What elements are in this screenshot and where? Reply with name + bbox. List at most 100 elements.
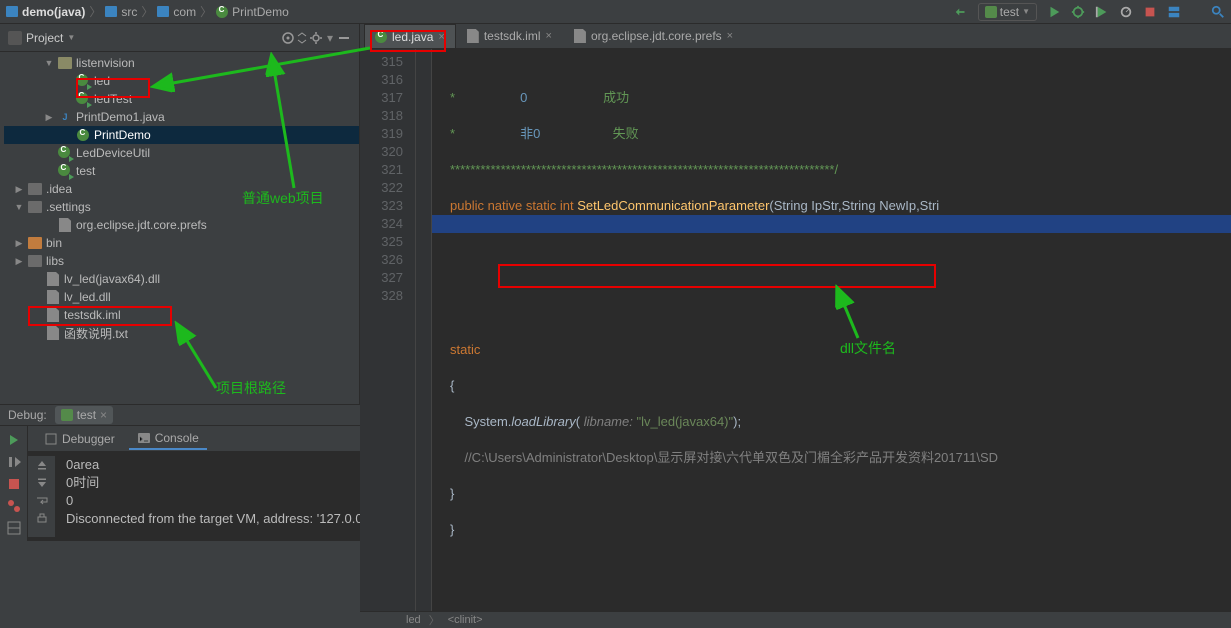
chevron-down-icon[interactable]: ▾ bbox=[323, 31, 337, 45]
gutter: 3153163173183193203213223233243253263273… bbox=[360, 49, 416, 611]
tree-item[interactable]: lv_led.dll bbox=[4, 288, 359, 306]
editor-area: led.java×testsdk.iml×org.eclipse.jdt.cor… bbox=[360, 24, 1231, 404]
breadcrumb-root[interactable]: demo(java) bbox=[22, 5, 85, 19]
crumb-method[interactable]: <clinit> bbox=[448, 614, 483, 626]
gear-icon[interactable] bbox=[309, 31, 323, 45]
tab-console[interactable]: Console bbox=[129, 428, 207, 450]
debug-config-tab[interactable]: test × bbox=[55, 406, 113, 424]
tree-item[interactable]: test bbox=[4, 162, 359, 180]
folder-dk-icon bbox=[28, 200, 42, 214]
crumb-class[interactable]: led bbox=[406, 614, 421, 626]
vcs-icon[interactable] bbox=[1167, 5, 1181, 19]
code-content[interactable]: * 0 成功 * 非0 失败 *************************… bbox=[432, 49, 1231, 611]
locate-icon[interactable] bbox=[281, 31, 295, 45]
tree-twisty[interactable]: ▶ bbox=[14, 184, 24, 195]
tree-item[interactable]: PrintDemo bbox=[4, 126, 359, 144]
editor-breadcrumb[interactable]: led 〉 <clinit> bbox=[360, 611, 1231, 628]
editor-tab[interactable]: testsdk.iml × bbox=[456, 24, 563, 48]
close-icon[interactable]: × bbox=[727, 30, 733, 42]
tree-twisty[interactable]: ▶ bbox=[44, 112, 54, 123]
build-icon[interactable] bbox=[954, 5, 968, 19]
tree-twisty[interactable]: ▶ bbox=[14, 238, 24, 249]
rerun-icon[interactable] bbox=[6, 432, 22, 448]
tree-item[interactable]: lv_led(javax64).dll bbox=[4, 270, 359, 288]
chevron-down-icon: ▼ bbox=[1022, 7, 1030, 16]
soft-wrap-icon[interactable] bbox=[35, 494, 49, 508]
editor-tab-strip: led.java×testsdk.iml×org.eclipse.jdt.cor… bbox=[360, 24, 1231, 49]
folder-or-icon bbox=[28, 236, 42, 250]
class-run-icon bbox=[58, 164, 72, 178]
tree-item[interactable]: testsdk.iml bbox=[4, 306, 359, 324]
class-run-icon bbox=[58, 146, 72, 160]
class-icon bbox=[76, 128, 90, 142]
tree-twisty[interactable]: ▶ bbox=[14, 256, 24, 267]
stop-debug-icon[interactable] bbox=[6, 476, 22, 492]
tree-item-label: lv_led(javax64).dll bbox=[64, 272, 160, 286]
folder-icon bbox=[58, 56, 72, 70]
run-config-label: test bbox=[1000, 5, 1019, 19]
line-number: 323 bbox=[360, 197, 403, 215]
project-panel-header[interactable]: Project ▼ ▾ bbox=[0, 24, 359, 52]
tree-item[interactable]: 函数说明.txt bbox=[4, 324, 359, 342]
app-icon bbox=[985, 6, 997, 18]
close-icon[interactable]: × bbox=[100, 408, 107, 422]
tree-item[interactable]: ▶.idea bbox=[4, 180, 359, 198]
tree-item[interactable]: ▶libs bbox=[4, 252, 359, 270]
debug-icon[interactable] bbox=[1071, 5, 1085, 19]
editor-tab[interactable]: led.java× bbox=[364, 24, 456, 48]
tab-label: testsdk.iml bbox=[484, 29, 541, 43]
tree-item[interactable]: ▼.settings bbox=[4, 198, 359, 216]
class-run-icon bbox=[76, 92, 90, 106]
code-editor[interactable]: 3153163173183193203213223233243253263273… bbox=[360, 49, 1231, 611]
tree-item[interactable]: ▼listenvision bbox=[4, 54, 359, 72]
tree-item-label: test bbox=[76, 164, 95, 178]
app-icon bbox=[61, 409, 73, 421]
profile-icon[interactable] bbox=[1119, 5, 1133, 19]
run-icon[interactable] bbox=[1047, 5, 1061, 19]
resume-icon[interactable] bbox=[6, 454, 22, 470]
tree-item[interactable]: LedDeviceUtil bbox=[4, 144, 359, 162]
tree-item[interactable]: ledTest bbox=[4, 90, 359, 108]
project-panel-title[interactable]: Project ▼ bbox=[8, 31, 75, 45]
hide-icon[interactable] bbox=[337, 31, 351, 45]
navigation-bar: demo(java) 〉 src 〉 com 〉 PrintDemo test … bbox=[0, 0, 1231, 24]
close-icon[interactable]: × bbox=[546, 30, 552, 42]
tree-item[interactable]: ▶JPrintDemo1.java bbox=[4, 108, 359, 126]
tree-item[interactable]: led bbox=[4, 72, 359, 90]
close-icon[interactable]: × bbox=[438, 31, 444, 43]
class-icon bbox=[375, 31, 387, 43]
file-icon bbox=[46, 308, 60, 322]
line-number: 315 bbox=[360, 53, 403, 71]
breadcrumb-class[interactable]: PrintDemo bbox=[232, 5, 289, 19]
breadcrumb[interactable]: demo(java) 〉 src 〉 com 〉 PrintDemo bbox=[6, 3, 289, 20]
print-icon[interactable] bbox=[35, 512, 49, 526]
scroll-down-icon[interactable] bbox=[35, 476, 49, 490]
scroll-up-icon[interactable] bbox=[35, 458, 49, 472]
breadcrumb-src[interactable]: src bbox=[121, 5, 137, 19]
line-number: 324 bbox=[360, 215, 403, 233]
tree-twisty[interactable]: ▼ bbox=[14, 202, 24, 212]
tree-item[interactable]: org.eclipse.jdt.core.prefs bbox=[4, 216, 359, 234]
tree-item-label: testsdk.iml bbox=[64, 308, 121, 322]
tree-twisty[interactable]: ▼ bbox=[44, 58, 54, 68]
search-icon[interactable] bbox=[1211, 5, 1225, 19]
project-tree[interactable]: ▼listenvisionled ledTest ▶JPrintDemo1.java… bbox=[0, 52, 359, 404]
expand-all-icon[interactable] bbox=[295, 31, 309, 45]
line-number: 325 bbox=[360, 233, 403, 251]
tree-item[interactable]: ▶bin bbox=[4, 234, 359, 252]
line-number: 319 bbox=[360, 125, 403, 143]
layout-icon[interactable] bbox=[6, 520, 22, 536]
breadcrumb-com[interactable]: com bbox=[173, 5, 196, 19]
tree-item-label: ledTest bbox=[94, 92, 132, 106]
editor-tab[interactable]: org.eclipse.jdt.core.prefs× bbox=[563, 24, 744, 48]
tab-debugger[interactable]: Debugger bbox=[36, 429, 123, 449]
line-number: 328 bbox=[360, 287, 403, 305]
line-number: 316 bbox=[360, 71, 403, 89]
run-config-selector[interactable]: test ▼ bbox=[978, 3, 1037, 21]
coverage-icon[interactable] bbox=[1095, 5, 1109, 19]
module-icon bbox=[6, 6, 18, 17]
class-run-icon bbox=[76, 74, 90, 88]
breakpoints-icon[interactable] bbox=[6, 498, 22, 514]
stop-icon[interactable] bbox=[1143, 5, 1157, 19]
line-number: 327 bbox=[360, 269, 403, 287]
